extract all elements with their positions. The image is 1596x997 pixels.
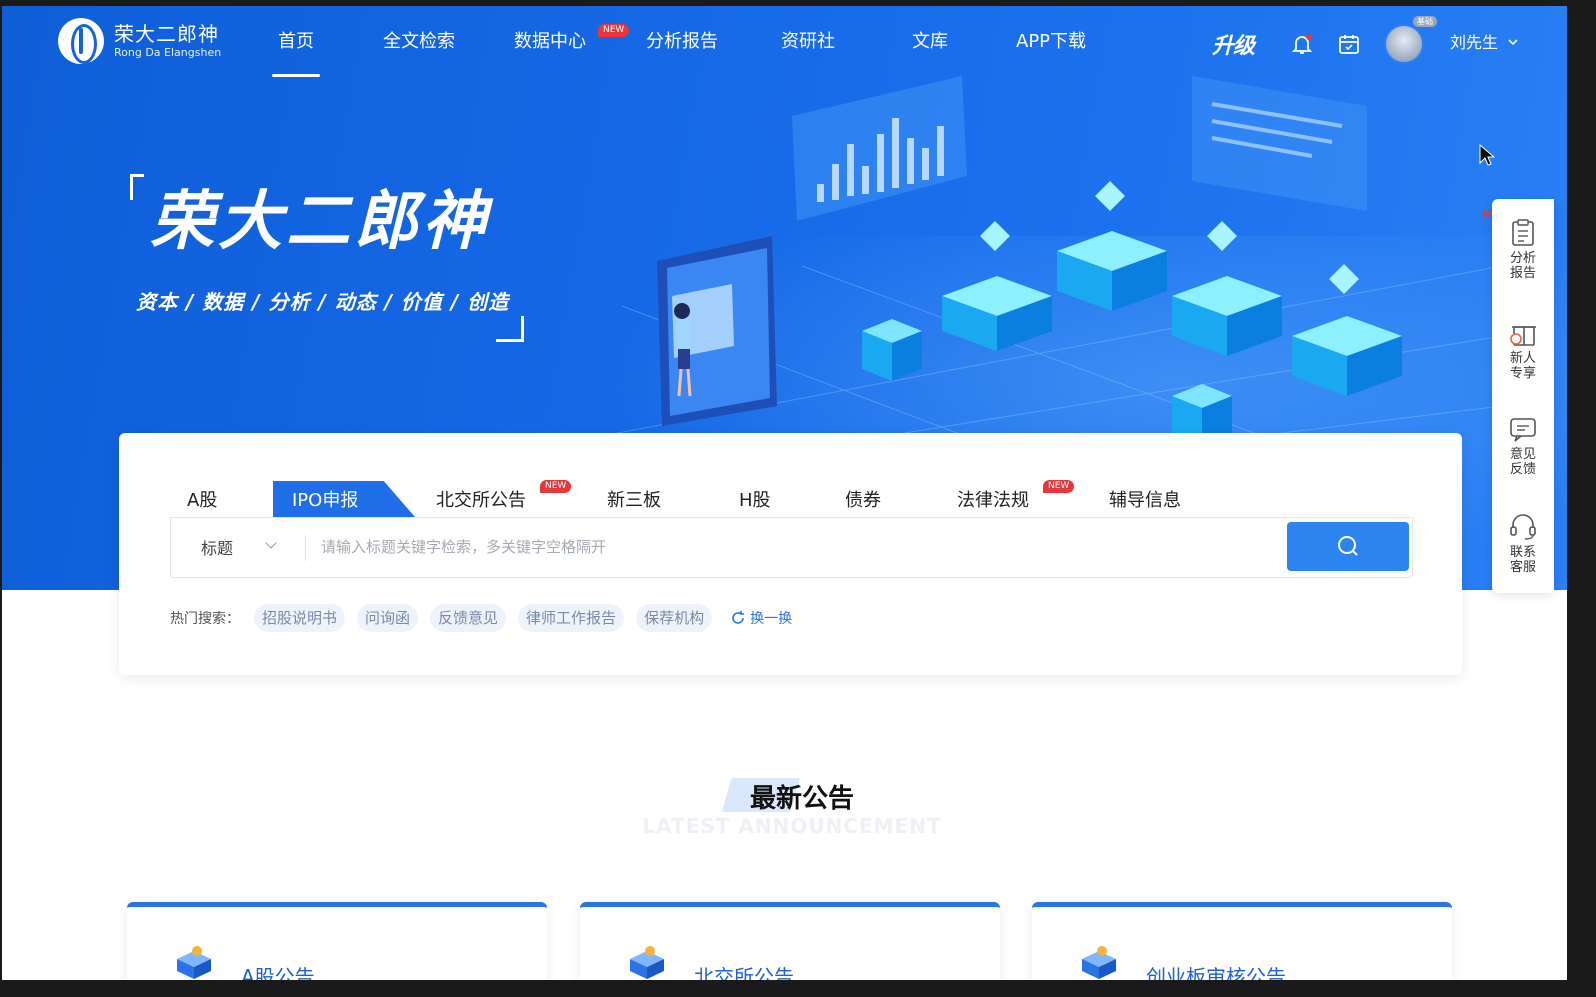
upgrade-button[interactable]: 升级 [1212,28,1255,60]
search-bar: 标题 [170,517,1413,578]
tab-bonds[interactable]: 债券 [845,489,881,513]
mailbox-icon [1082,946,1116,979]
card-a-share[interactable]: A股公告 [127,902,547,980]
hot-search-chip[interactable]: 保荐机构 [636,604,713,632]
tab-laws[interactable]: 法律法规 [957,489,1029,513]
tab-new-badge: NEW [540,480,572,493]
card-bse[interactable]: 北交所公告 [580,902,1000,980]
tab-new-badge: NEW [1043,480,1075,493]
chat-icon [1510,418,1536,442]
search-icon [1338,536,1358,556]
nav-app-download[interactable]: APP下载 [1016,30,1086,54]
chevron-down-icon [265,537,277,549]
gift-icon [1510,326,1536,346]
logo-name-en: Rong Da Elangshen [114,46,222,59]
field-select[interactable]: 标题 [201,535,233,559]
nav-analysis-report[interactable]: 分析报告 [646,30,718,54]
nav-fulltext-search[interactable]: 全文检索 [383,30,455,54]
hot-searches: 热门搜索： 招股说明书 问询函 反馈意见 律师工作报告 保荐机构 换一换 [170,604,792,632]
search-divider [305,535,306,561]
mailbox-icon [630,946,664,979]
side-label: 新人专享 [1509,351,1536,381]
nav-data-center[interactable]: 数据中心 [514,30,586,54]
nav-research-club[interactable]: 资研社 [781,30,835,54]
side-customer-service[interactable]: 联系客服 [1492,511,1554,575]
tab-tutoring-info[interactable]: 辅导信息 [1109,489,1181,513]
user-menu[interactable]: 刘先生 [1450,32,1519,54]
hero-title: 荣大二郎神 [150,185,490,259]
top-nav: 荣大二郎神 Rong Da Elangshen 首页 全文检索 数据中心 NEW… [2,6,1567,77]
mouse-cursor-icon [1479,144,1495,166]
hot-search-chip[interactable]: 问询函 [357,604,419,632]
membership-badge: 基础 [1413,16,1437,27]
mailbox-icon [177,946,211,979]
tab-ipo[interactable]: IPO申报 [292,489,358,513]
card-title: 创业板审核公告 [1146,965,1286,980]
hero-corner-top [130,174,144,200]
tab-a-share[interactable]: A股 [187,489,217,513]
hot-search-chip[interactable]: 反馈意见 [430,604,507,632]
headset-icon [1510,514,1536,540]
side-label: 联系客服 [1509,545,1536,575]
hot-search-chip[interactable]: 律师工作报告 [518,604,625,632]
nav-new-badge: NEW [598,24,630,37]
nav-library[interactable]: 文库 [912,30,948,54]
nav-home[interactable]: 首页 [272,30,320,77]
hot-search-chip[interactable]: 招股说明书 [254,604,346,632]
side-analysis-report[interactable]: 分析报告 [1492,219,1554,281]
refresh-label: 换一换 [750,611,793,627]
refresh-button[interactable]: 换一换 [730,608,792,628]
avatar[interactable] [1384,24,1424,64]
hero-corner-bottom [496,316,524,342]
side-newcomer[interactable]: 新人专享 [1492,317,1554,381]
chevron-down-icon [1508,39,1518,46]
tab-bse-announcement[interactable]: 北交所公告 [436,489,526,513]
side-label: 意见反馈 [1509,447,1536,477]
refresh-icon [732,611,745,624]
latest-announcement-header: LATEST ANNOUNCEMENT 最新公告 [2,776,1567,846]
logo-name: 荣大二郎神 [114,22,219,46]
section-subtitle: LATEST ANNOUNCEMENT [642,814,942,838]
hot-search-label: 热门搜索： [170,611,240,627]
card-chinext[interactable]: 创业板审核公告 [1032,902,1452,980]
side-feedback[interactable]: 意见反馈 [1492,417,1554,477]
search-button[interactable] [1287,522,1409,571]
card-title: A股公告 [241,965,315,980]
page: 荣大二郎神 Rong Da Elangshen 首页 全文检索 数据中心 NEW… [2,6,1567,980]
tab-h-share[interactable]: H股 [739,489,771,513]
logo[interactable]: 荣大二郎神 Rong Da Elangshen [58,18,221,64]
logo-mark-icon [58,18,104,64]
card-title: 北交所公告 [694,965,794,980]
section-title: 最新公告 [749,784,854,814]
clipboard-icon [1512,219,1534,246]
bell-icon[interactable] [1290,32,1314,56]
calendar-icon[interactable] [1337,32,1361,56]
user-name: 刘先生 [1450,33,1499,52]
search-input[interactable] [321,527,1271,567]
search-card: A股 IPO申报 北交所公告 NEW 新三板 H股 债券 法律法规 NEW 辅导… [119,433,1462,675]
side-panel: 分析报告 新人专享 意见反馈 联系客服 [1492,199,1554,593]
side-label: 分析报告 [1509,251,1536,281]
tab-neeq[interactable]: 新三板 [607,489,661,513]
hero-subtitle: 资本 / 数据 / 分析 / 动态 / 价值 / 创造 [136,290,510,314]
